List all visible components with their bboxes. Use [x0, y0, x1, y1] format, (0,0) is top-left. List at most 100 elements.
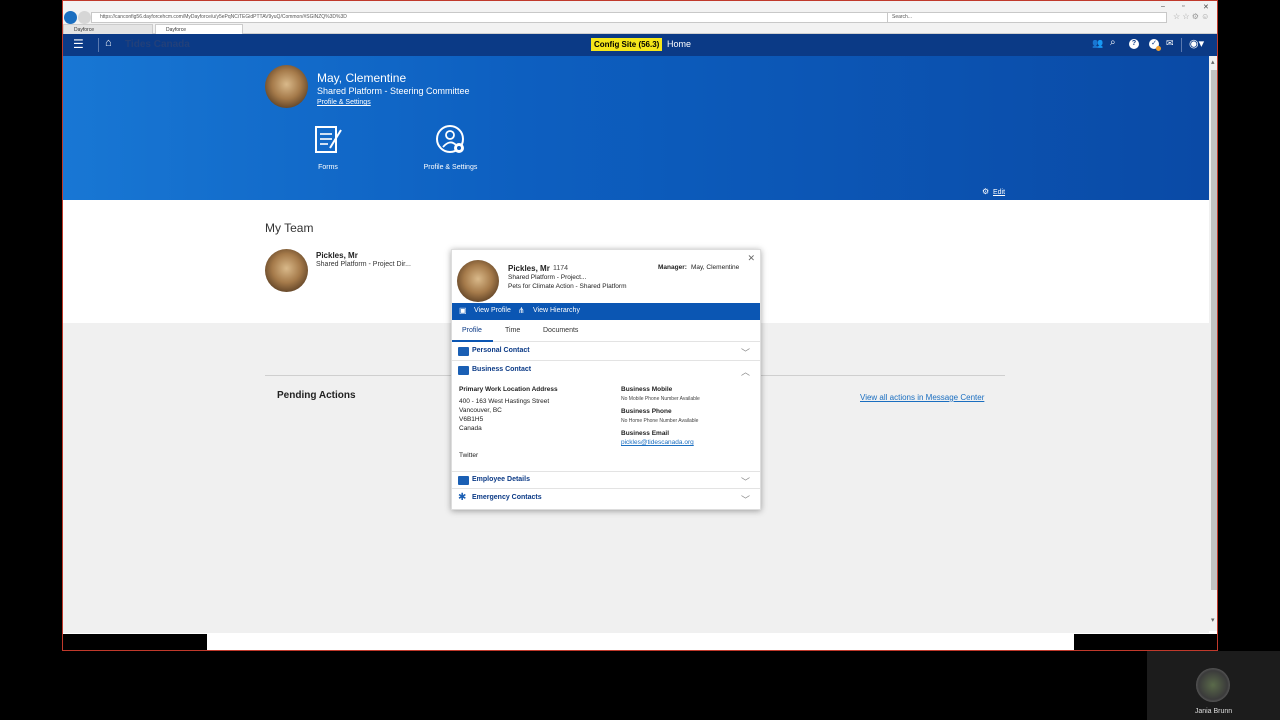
chevron-down-icon[interactable]: ﹀	[741, 493, 750, 506]
business-phone-label: Business Phone	[621, 408, 672, 415]
team-member-name[interactable]: Pickles, Mr	[316, 251, 358, 260]
browser-window: – ▫ ✕ https://canconfig56.dayforcehcm.co…	[62, 0, 1218, 651]
browser-search-input[interactable]: Search...	[887, 12, 1167, 23]
menu-icon[interactable]: ☰	[73, 37, 84, 51]
address-line: Canada	[459, 425, 482, 432]
business-email-link[interactable]: pickles@tidescanada.org	[621, 439, 694, 446]
tab-time[interactable]: Time	[505, 327, 520, 334]
team-icon[interactable]: 👥	[1092, 38, 1103, 49]
address-line: V6B1H5	[459, 416, 484, 423]
twitter-label: Twitter	[459, 452, 479, 459]
chevron-down-icon[interactable]: ﹀	[741, 346, 750, 359]
forward-icon[interactable]	[78, 11, 91, 24]
hierarchy-icon: ⋔	[518, 306, 525, 315]
my-team-heading: My Team	[265, 221, 314, 235]
view-profile-icon: ▣	[459, 306, 467, 315]
back-icon[interactable]	[64, 11, 77, 24]
config-site-badge: Config Site (56.3)	[591, 38, 663, 51]
address-label: Primary Work Location Address	[459, 386, 558, 393]
team-member-title: Shared Platform - Project Dir...	[316, 261, 411, 268]
browser-tab[interactable]: Dayforce	[63, 24, 153, 34]
personal-contact-title: Personal Contact	[472, 347, 530, 354]
employee-title: Shared Platform - Project...	[508, 274, 587, 281]
business-mobile-label: Business Mobile	[621, 386, 673, 393]
profile-settings-label: Profile & Settings	[423, 164, 478, 171]
business-mobile-value: No Mobile Phone Number Available	[621, 396, 700, 402]
emergency-contacts-section[interactable]: ✱ Emergency Contacts ﹀	[452, 490, 760, 508]
id-card-icon	[458, 476, 469, 485]
manager-label: Manager:	[658, 264, 687, 271]
search-icon[interactable]: ⌕	[1110, 37, 1116, 48]
employee-details-title: Employee Details	[472, 476, 530, 483]
participant-name: Jania Brunn	[1194, 708, 1233, 715]
message-center-link[interactable]: View all actions in Message Center	[860, 393, 984, 402]
taskbar-left	[63, 634, 207, 650]
chevron-up-icon[interactable]: ︿	[741, 365, 750, 378]
page-title: Home	[667, 39, 692, 49]
employee-name: Pickles, Mr	[508, 264, 550, 273]
employee-id: 1174	[553, 265, 569, 272]
video-participant-tile: Jania Brunn	[1147, 651, 1280, 720]
close-icon[interactable]: ✕	[747, 253, 755, 264]
address-bar[interactable]: https://canconfig56.dayforcehcm.com/MyDa…	[91, 12, 946, 23]
home-icon[interactable]: ⌂	[105, 37, 112, 49]
profile-settings-link[interactable]: Profile & Settings	[317, 99, 371, 106]
favorites-icon[interactable]: ☆ ☆ ⚙ ☺	[1173, 12, 1209, 21]
chat-icon	[458, 366, 469, 375]
personal-contact-section[interactable]: Personal Contact ﹀	[452, 343, 760, 361]
app-bar: ☰ ⌂ Tides Canada Config Site (56.3) Home…	[63, 34, 1217, 56]
browser-tab-active[interactable]: Dayforce	[155, 24, 243, 34]
company-logo: Tides Canada	[125, 39, 190, 50]
tab-documents[interactable]: Documents	[543, 327, 578, 334]
scroll-up-icon[interactable]: ▴	[1211, 58, 1215, 66]
employee-avatar	[457, 260, 499, 302]
tab-profile[interactable]: Profile	[462, 327, 482, 334]
profile-settings-icon	[435, 125, 464, 153]
mail-icon[interactable]: ✉	[1166, 38, 1174, 49]
scroll-down-icon[interactable]: ▾	[1211, 616, 1215, 624]
close-window-icon[interactable]: ✕	[1203, 3, 1209, 11]
browser-chrome: – ▫ ✕ https://canconfig56.dayforcehcm.co…	[63, 1, 1217, 34]
edit-link[interactable]: Edit	[993, 189, 1005, 196]
notification-dot	[1156, 46, 1161, 51]
medical-star-icon: ✱	[458, 492, 467, 503]
gear-icon[interactable]: ⚙	[982, 187, 989, 196]
user-subtitle: Shared Platform - Steering Committee	[317, 86, 470, 96]
popup-tabs: Profile Time Documents	[452, 320, 760, 342]
participant-avatar	[1196, 668, 1230, 702]
view-hierarchy-button[interactable]: View Hierarchy	[533, 307, 580, 314]
business-contact-title: Business Contact	[472, 366, 532, 373]
scroll-thumb[interactable]	[1211, 70, 1217, 590]
address-line: 400 - 163 West Hastings Street	[459, 398, 550, 405]
employee-details-section[interactable]: Employee Details ﹀	[452, 471, 760, 489]
pending-actions-heading: Pending Actions	[277, 390, 356, 401]
view-profile-button[interactable]: View Profile	[474, 307, 511, 314]
minimize-icon[interactable]: –	[1161, 3, 1165, 10]
profile-settings-tile[interactable]: Profile & Settings	[413, 122, 488, 178]
user-menu-icon[interactable]: ◉▾	[1189, 37, 1204, 50]
employee-card-popup: ✕ Pickles, Mr 1174 Shared Platform - Pro…	[451, 249, 761, 510]
forms-tile[interactable]: Forms	[298, 122, 358, 178]
emergency-contacts-title: Emergency Contacts	[472, 494, 542, 501]
user-avatar[interactable]	[265, 65, 308, 108]
business-phone-value: No Home Phone Number Available	[621, 418, 699, 424]
page-scrollbar[interactable]: ▴ ▾	[1209, 56, 1217, 631]
maximize-icon[interactable]: ▫	[1182, 3, 1184, 10]
taskbar-right	[1074, 634, 1217, 650]
help-icon[interactable]: ?	[1129, 39, 1139, 49]
forms-icon	[315, 126, 342, 153]
user-name: May, Clementine	[317, 71, 407, 85]
chat-icon	[458, 347, 469, 356]
address-line: Vancouver, BC	[459, 407, 502, 414]
manager-name: May, Clementine	[691, 264, 740, 271]
active-tab-indicator	[452, 340, 493, 342]
popup-action-bar: ▣ View Profile ⋔ View Hierarchy	[452, 303, 760, 320]
employee-department: Pets for Climate Action - Shared Platfor…	[508, 283, 627, 290]
divider	[98, 38, 99, 52]
team-member-avatar[interactable]	[265, 249, 308, 292]
business-contact-section[interactable]: Business Contact ︿	[452, 362, 760, 380]
divider	[1181, 38, 1182, 52]
chevron-down-icon[interactable]: ﹀	[741, 475, 750, 488]
business-email-label: Business Email	[621, 430, 670, 437]
forms-label: Forms	[318, 164, 338, 171]
